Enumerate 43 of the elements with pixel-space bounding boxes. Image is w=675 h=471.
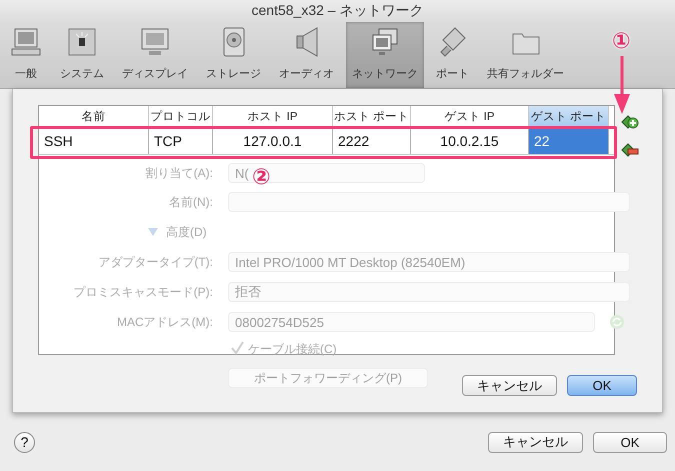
help-button[interactable]: ? xyxy=(14,432,35,452)
ok-button[interactable]: OK xyxy=(593,432,667,452)
toolbar-tab[interactable]: システム xyxy=(54,22,110,88)
table-cell[interactable]: TCP xyxy=(149,127,213,154)
chip-icon xyxy=(66,26,98,58)
toolbar-tab[interactable]: ポート xyxy=(430,22,475,88)
column-header[interactable]: プロトコル xyxy=(149,106,213,126)
column-header[interactable]: ホスト IP xyxy=(213,106,333,126)
toolbar-tab[interactable]: ストレージ xyxy=(200,22,267,88)
column-header[interactable]: 名前 xyxy=(39,106,149,126)
dropdown-field: Intel PRO/1000 MT Desktop (82540EM) xyxy=(228,252,630,272)
section-label: 高度(D) xyxy=(166,224,207,241)
callout-number: ② xyxy=(252,166,271,188)
toolbar-tab[interactable]: ディスプレイ xyxy=(116,22,194,88)
toolbar-tab[interactable]: ネットワーク xyxy=(346,22,424,88)
add-rule-icon[interactable] xyxy=(621,114,639,130)
toolbar-tab[interactable]: 共有フォルダー xyxy=(481,22,570,88)
table-cell[interactable]: SSH xyxy=(39,127,149,154)
dropdown-field: 拒否 xyxy=(228,282,630,302)
cancel-button[interactable]: キャンセル xyxy=(488,432,583,452)
table-cell[interactable]: 2222 xyxy=(333,127,411,154)
column-header[interactable]: ゲスト ポート xyxy=(529,106,609,126)
callout-number: ① xyxy=(612,30,631,52)
disclosure-triangle-icon xyxy=(148,228,158,236)
window-title: cent58_x32 – ネットワーク xyxy=(252,2,424,20)
ok-button[interactable]: OK xyxy=(567,375,637,396)
toolbar-tab[interactable]: オーディオ xyxy=(273,22,340,88)
checkbox-label: ケーブル接続(C) xyxy=(248,341,337,358)
input-field: 08002754D525 xyxy=(228,312,595,332)
toolbar-tab[interactable]: 一般 xyxy=(4,22,48,88)
cancel-button[interactable]: キャンセル xyxy=(462,375,557,396)
setting-label: アダプタータイプ(T): xyxy=(97,254,213,271)
setting-label: プロミスキャスモード(P): xyxy=(72,284,213,301)
setting-label: MACアドレス(M): xyxy=(116,314,213,331)
setting-label: 名前(N): xyxy=(168,194,213,211)
computer-icon xyxy=(10,26,42,58)
monitor-icon xyxy=(139,26,171,58)
remove-rule-icon[interactable] xyxy=(621,142,639,158)
callout-arrow xyxy=(613,56,631,114)
table-cell[interactable]: 22 xyxy=(529,127,609,154)
column-header[interactable]: ホスト ポート xyxy=(333,106,411,126)
table-cell[interactable]: 127.0.0.1 xyxy=(213,127,333,154)
setting-label: 割り当て(A): xyxy=(144,165,213,182)
